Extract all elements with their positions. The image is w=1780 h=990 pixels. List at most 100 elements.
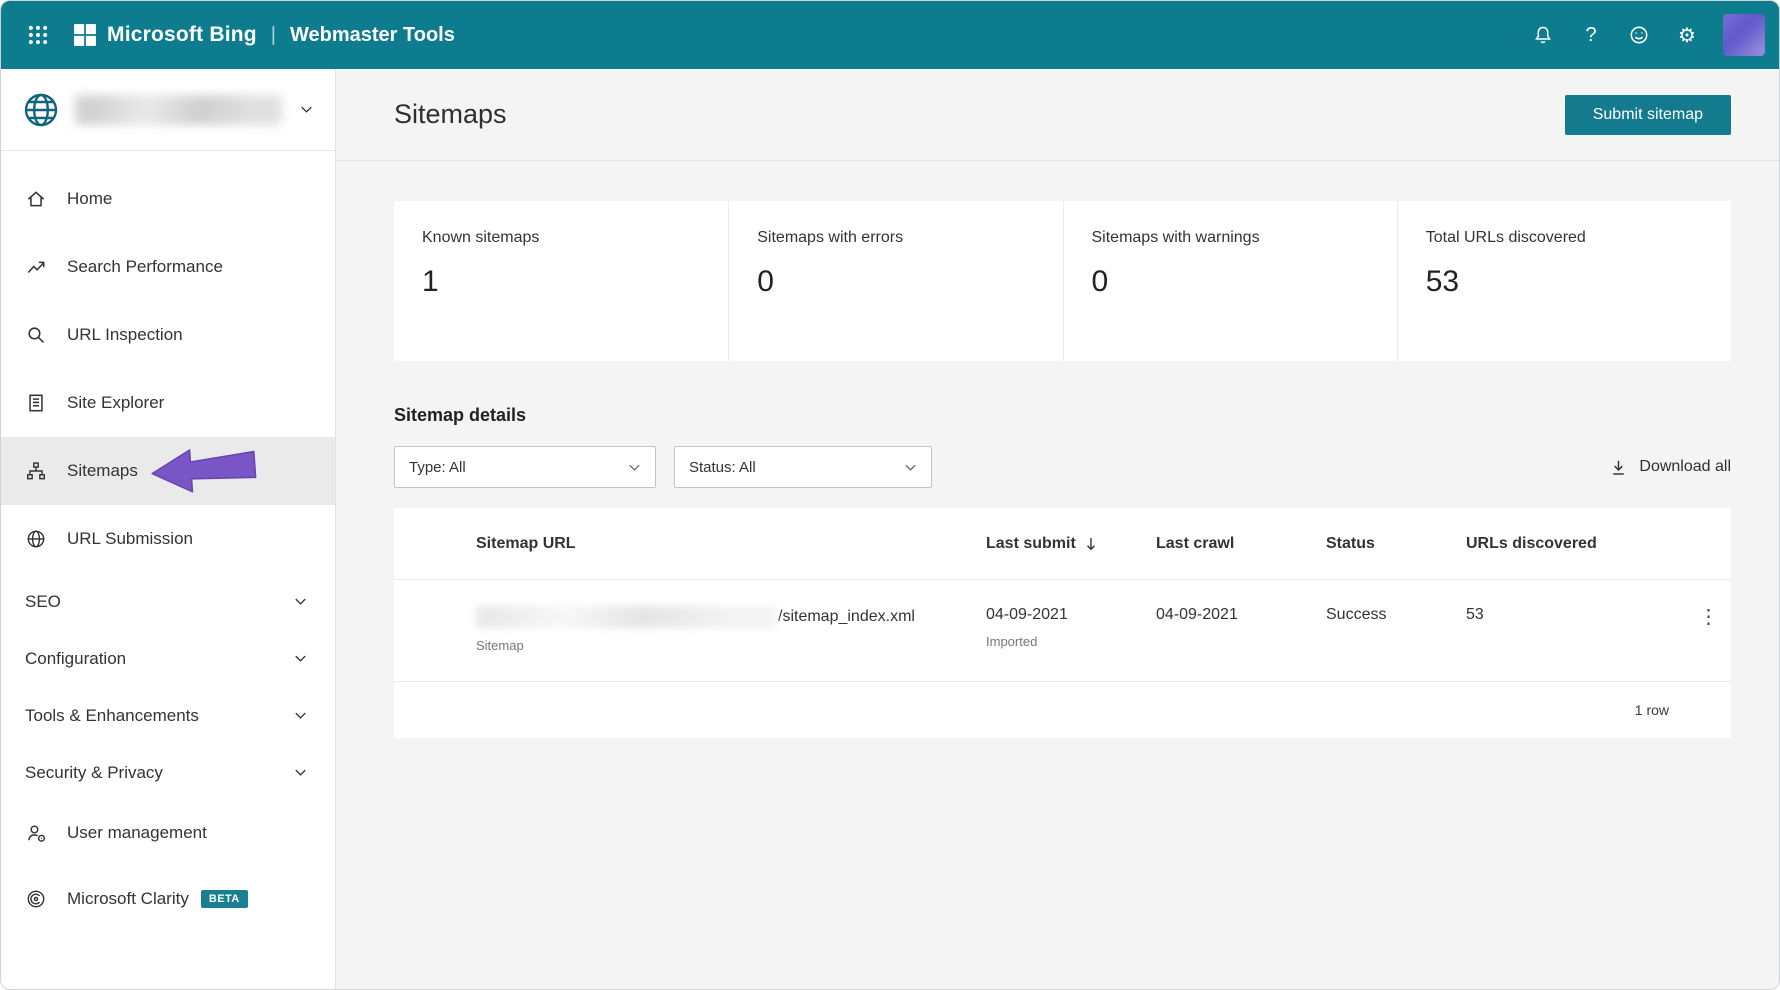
chevron-down-icon xyxy=(295,712,306,719)
sitemap-details-heading: Sitemap details xyxy=(394,405,527,425)
table-row[interactable]: /sitemap_index.xml Sitemap 04-09-2021 Im… xyxy=(394,580,1731,682)
sidebar-group-label: Security & Privacy xyxy=(25,762,163,782)
main-header: Sitemaps Submit sitemap xyxy=(336,69,1779,161)
sitemap-icon xyxy=(27,462,45,480)
sidebar-item-label: Home xyxy=(67,189,113,208)
stat-value: 53 xyxy=(1425,265,1460,298)
col-header-label: Last submit xyxy=(986,534,1076,552)
urls-discovered-cell: 53 xyxy=(1466,606,1484,623)
site-selector[interactable] xyxy=(1,69,335,151)
person-icon xyxy=(28,825,46,842)
stat-known-sitemaps: Known sitemaps 1 xyxy=(394,201,728,361)
status-filter-value: Status: All xyxy=(689,458,756,476)
chevron-down-icon xyxy=(905,464,916,471)
sidebar-group-seo[interactable]: SEO xyxy=(1,573,335,630)
settings-gear-icon[interactable]: ⚙ xyxy=(1667,15,1707,55)
document-icon xyxy=(29,394,43,412)
globe-icon xyxy=(24,93,58,126)
sidebar-item-label: Sitemaps xyxy=(67,461,138,480)
topbar: Microsoft Bing | Webmaster Tools ? ⚙ xyxy=(1,1,1779,69)
trend-icon xyxy=(27,261,45,274)
microsoft-logo xyxy=(73,23,97,47)
sidebar-group-label: Tools & Enhancements xyxy=(25,705,199,725)
status-filter-dropdown[interactable]: Status: All xyxy=(674,446,932,488)
sidebar-item-microsoft-clarity[interactable]: Microsoft Clarity BETA xyxy=(1,865,335,933)
feedback-smiley-icon[interactable] xyxy=(1619,15,1659,55)
stats-cards: Known sitemaps 1 Sitemaps with errors 0 … xyxy=(394,201,1731,361)
main-content: Sitemaps Submit sitemap Known sitemaps 1… xyxy=(336,69,1779,989)
content-area: Known sitemaps 1 Sitemaps with errors 0 … xyxy=(336,161,1779,738)
sidebar-group-configuration[interactable]: Configuration xyxy=(1,630,335,687)
download-all-label: Download all xyxy=(1639,458,1731,475)
row-actions-kebab-icon[interactable]: ⋮ xyxy=(1686,606,1731,653)
col-header-last-submit[interactable]: Last submit xyxy=(986,535,1156,553)
stat-label: Sitemaps with errors xyxy=(757,229,904,246)
sidebar-item-url-submission[interactable]: URL Submission xyxy=(1,505,335,573)
bell-icon[interactable] xyxy=(1523,15,1563,55)
sitemap-type-label: Sitemap xyxy=(476,638,524,653)
stat-total-urls-discovered: Total URLs discovered 53 xyxy=(1396,201,1731,361)
sidebar-group-security-privacy[interactable]: Security & Privacy xyxy=(1,744,335,801)
last-submit-cell: 04-09-2021 Imported xyxy=(986,606,1156,653)
sidebar-item-home[interactable]: Home xyxy=(1,165,335,233)
waffle-menu-icon[interactable] xyxy=(17,14,59,56)
download-all-button[interactable]: Download all xyxy=(1609,458,1731,477)
type-filter-dropdown[interactable]: Type: All xyxy=(394,446,656,488)
home-icon xyxy=(27,191,45,207)
sidebar: Home Search Performance URL Inspection S… xyxy=(1,69,336,989)
stat-sitemaps-with-warnings: Sitemaps with warnings 0 xyxy=(1062,201,1397,361)
row-count: 1 row xyxy=(1634,702,1669,718)
avatar-blur xyxy=(1723,14,1765,56)
chevron-down-icon xyxy=(295,769,306,776)
chevron-down-icon xyxy=(301,106,312,113)
sidebar-item-sitemaps[interactable]: Sitemaps xyxy=(1,437,335,505)
sidebar-item-label: Search Performance xyxy=(67,257,223,276)
sidebar-item-url-inspection[interactable]: URL Inspection xyxy=(1,301,335,369)
stat-label: Total URLs discovered xyxy=(1425,229,1586,246)
chevron-down-icon xyxy=(629,464,640,471)
globe-icon xyxy=(27,530,45,548)
submit-sitemap-button[interactable]: Submit sitemap xyxy=(1564,94,1731,135)
beta-badge: BETA xyxy=(200,890,248,908)
sitemaps-table: Sitemap URL Last submit Last crawl Statu… xyxy=(394,508,1731,738)
stat-value: 0 xyxy=(757,265,774,298)
stat-value: 1 xyxy=(422,265,439,298)
col-header-urls-discovered[interactable]: URLs discovered xyxy=(1466,535,1686,553)
avatar[interactable] xyxy=(1723,14,1765,56)
stat-value: 0 xyxy=(1091,265,1109,298)
app-window: Microsoft Bing | Webmaster Tools ? ⚙ Hom… xyxy=(0,0,1780,990)
sort-descending-icon xyxy=(1086,537,1095,550)
sidebar-item-label: Microsoft Clarity xyxy=(67,889,189,908)
sidebar-group-tools-enhancements[interactable]: Tools & Enhancements xyxy=(1,687,335,744)
sidebar-item-search-performance[interactable]: Search Performance xyxy=(1,233,335,301)
page-title: Sitemaps xyxy=(394,99,507,129)
sidebar-group-label: SEO xyxy=(25,591,61,611)
magnifier-icon xyxy=(28,327,45,344)
sidebar-item-label: URL Inspection xyxy=(67,325,183,344)
chevron-down-icon xyxy=(295,598,306,605)
sidebar-item-label: URL Submission xyxy=(67,529,193,548)
download-icon xyxy=(1613,460,1625,475)
table-footer: 1 row xyxy=(394,682,1731,738)
type-filter-value: Type: All xyxy=(409,458,466,476)
clarity-icon xyxy=(27,890,45,908)
table-header-row: Sitemap URL Last submit Last crawl Statu… xyxy=(394,508,1731,580)
brand-name[interactable]: Microsoft Bing xyxy=(107,23,257,47)
sidebar-item-label: User management xyxy=(67,823,207,842)
stat-label: Known sitemaps xyxy=(422,229,540,246)
sidebar-group-label: Configuration xyxy=(25,648,127,668)
col-header-last-crawl[interactable]: Last crawl xyxy=(1156,535,1326,553)
last-submit-note: Imported xyxy=(986,634,1038,649)
sitemap-url-cell[interactable]: /sitemap_index.xml Sitemap xyxy=(394,606,986,653)
sidebar-item-user-management[interactable]: User management xyxy=(1,801,335,865)
stat-sitemaps-with-errors: Sitemaps with errors 0 xyxy=(728,201,1062,361)
sidebar-item-site-explorer[interactable]: Site Explorer xyxy=(1,369,335,437)
brand-separator: | xyxy=(270,23,276,46)
sitemap-url-redacted xyxy=(476,606,776,628)
col-header-status[interactable]: Status xyxy=(1326,535,1466,553)
site-name-redacted xyxy=(75,94,282,125)
last-submit-date: 04-09-2021 xyxy=(986,606,1068,623)
help-icon[interactable]: ? xyxy=(1571,15,1611,55)
filters-row: Type: All Status: All Download all xyxy=(394,446,1731,488)
col-header-sitemap-url[interactable]: Sitemap URL xyxy=(394,535,986,553)
